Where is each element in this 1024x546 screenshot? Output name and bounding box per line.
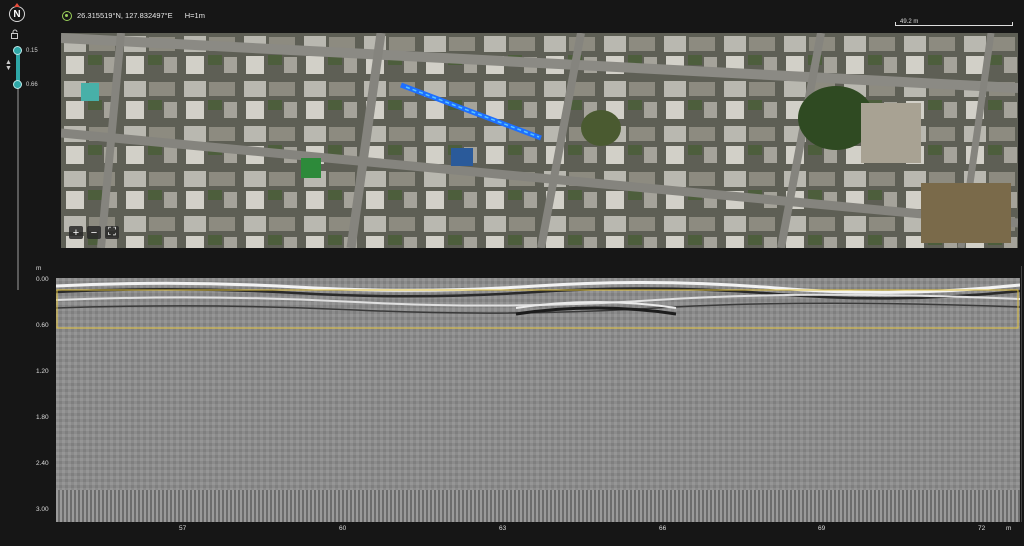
location-target-icon bbox=[62, 11, 72, 21]
zoom-in-button[interactable]: + bbox=[69, 226, 83, 239]
map-scale-bar bbox=[895, 22, 1013, 26]
zoom-out-button[interactable]: − bbox=[87, 226, 101, 239]
satellite-map[interactable] bbox=[61, 33, 1018, 248]
depth-tick: 1.20 bbox=[36, 368, 49, 375]
radargram-image bbox=[56, 278, 1020, 522]
height-text: H=1m bbox=[184, 11, 205, 20]
depth-tick: 2.40 bbox=[36, 460, 49, 467]
depth-tick: 0.00 bbox=[36, 276, 49, 283]
distance-tick: 57 bbox=[179, 525, 187, 532]
distance-tick: 69 bbox=[818, 525, 826, 532]
gpr-radargram[interactable] bbox=[56, 278, 1020, 522]
depth-axis-unit: m bbox=[36, 265, 42, 272]
compass-button[interactable]: N bbox=[9, 3, 25, 22]
slider-handle-top[interactable] bbox=[13, 46, 22, 55]
distance-axis-unit: m bbox=[1006, 525, 1012, 532]
distance-tick: 60 bbox=[339, 525, 347, 532]
slider-bottom-value: 0.66 bbox=[26, 82, 38, 88]
depth-tick: 1.80 bbox=[36, 414, 49, 421]
coordinates-text: 26.315519°N, 127.832497°E bbox=[77, 11, 173, 20]
map-zoom-controls: + − ⛶ bbox=[69, 226, 119, 239]
fit-extent-button[interactable]: ⛶ bbox=[105, 226, 119, 239]
map-imagery bbox=[61, 33, 1018, 248]
slider-top-value: 0.15 bbox=[26, 48, 38, 54]
distance-tick: 66 bbox=[659, 525, 667, 532]
updown-arrows-icon[interactable]: ▲ ▼ bbox=[5, 59, 12, 72]
depth-tick: 3.00 bbox=[36, 506, 49, 513]
distance-tick: 72 bbox=[978, 525, 986, 532]
radargram-right-border bbox=[1021, 266, 1022, 522]
depth-tick: 0.60 bbox=[36, 322, 49, 329]
compass-label: N bbox=[13, 8, 21, 20]
north-arrow-icon bbox=[14, 3, 20, 7]
coordinate-readout: 26.315519°N, 127.832497°E H=1m bbox=[77, 11, 205, 20]
slider-handle-bottom[interactable] bbox=[13, 80, 22, 89]
unlock-icon[interactable] bbox=[10, 29, 20, 39]
distance-tick: 63 bbox=[499, 525, 507, 532]
